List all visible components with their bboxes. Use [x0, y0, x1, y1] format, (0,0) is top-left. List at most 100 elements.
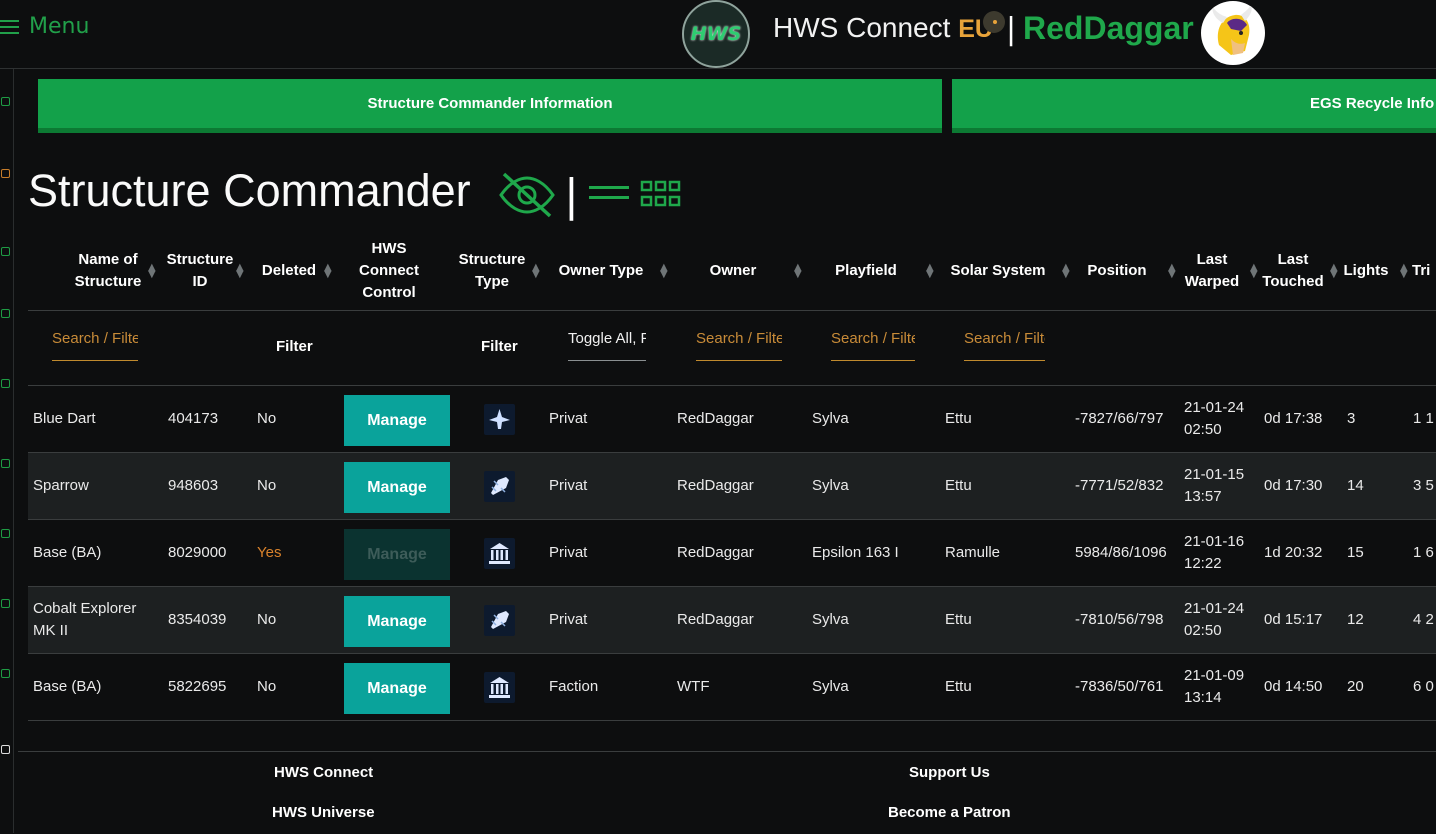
list-view-icon[interactable] — [589, 183, 629, 203]
solar-system-filter-input[interactable]: Search / Filte — [964, 330, 1045, 361]
sort-icon[interactable]: ▲ ▼ — [236, 232, 244, 310]
header-divider — [28, 310, 1436, 311]
cell-last-warped: 21-01-24 02:50 — [1184, 386, 1254, 452]
manage-button[interactable]: Manage — [344, 462, 450, 513]
sort-icon[interactable]: ▲ ▼ — [926, 232, 934, 310]
manage-button[interactable]: Manage — [344, 596, 450, 647]
grid-view-icon[interactable] — [640, 180, 682, 208]
deleted-filter[interactable]: Filter — [276, 338, 313, 355]
tab-egs-recycle-info[interactable]: EGS Recycle Info — [952, 79, 1436, 133]
column-header-connect-control[interactable]: HWS Connect Control — [346, 232, 432, 310]
table-row: Blue Dart 404173 No Privat RedDaggar Sylva Ett… — [28, 386, 1436, 453]
rail-icon[interactable] — [1, 745, 10, 754]
menu-toggle[interactable]: Menu — [0, 14, 89, 39]
cell-owner: RedDaggar — [677, 544, 754, 561]
hamburger-icon — [0, 19, 19, 35]
name-filter-input[interactable]: Search / Filte — [52, 330, 138, 361]
username[interactable]: RedDaggar — [1023, 10, 1194, 47]
sort-icon[interactable]: ▲ ▼ — [532, 232, 540, 310]
manage-button[interactable]: Manage — [344, 663, 450, 714]
cell-lights: 20 — [1347, 678, 1364, 695]
column-header-solar-system[interactable]: Solar System — [944, 232, 1052, 310]
footer-link-support-us[interactable]: Support Us — [909, 764, 990, 781]
rail-icon[interactable] — [1, 97, 10, 106]
column-header-owner-type[interactable]: Owner Type — [554, 232, 648, 310]
cell-last-warped: 21-01-15 13:57 — [1184, 453, 1254, 519]
rail-icon[interactable] — [1, 169, 10, 178]
column-header-tri[interactable]: Tri — [1412, 232, 1436, 310]
footer-link-become-patron[interactable]: Become a Patron — [888, 804, 1011, 821]
cell-name: Base (BA) — [33, 678, 102, 695]
column-header-position[interactable]: Position — [1076, 232, 1158, 310]
column-header-last-warped[interactable]: Last Warped — [1174, 232, 1250, 310]
cell-solar-system: Ramulle — [945, 544, 1001, 561]
manage-button: Manage — [344, 529, 450, 580]
eye-off-icon[interactable] — [498, 170, 556, 218]
column-header-deleted[interactable]: Deleted — [254, 232, 324, 310]
last-warped-time: 13:14 — [1184, 689, 1222, 706]
cell-tri: 1 6 — [1413, 544, 1434, 561]
column-header-owner[interactable]: Owner — [688, 232, 778, 310]
cell-position: -7836/50/761 — [1075, 678, 1164, 695]
rail-icon[interactable] — [1, 669, 10, 678]
column-header-id[interactable]: Structure ID — [164, 232, 236, 310]
cell-solar-system: Ettu — [945, 611, 972, 628]
cell-structure-id: 404173 — [168, 410, 219, 427]
table-row: Cobalt Explorer MK II 8354039 No Privat RedD… — [28, 587, 1436, 654]
column-header-playfield[interactable]: Playfield — [820, 232, 912, 310]
cell-owner-type: Privat — [549, 611, 588, 628]
page-title: Structure Commander — [28, 165, 471, 216]
cell-solar-system: Ettu — [945, 678, 972, 695]
column-header-last-touched[interactable]: Last Touched — [1256, 232, 1330, 310]
cell-playfield: Sylva — [812, 410, 849, 427]
rail-icon[interactable] — [1, 529, 10, 538]
owner-filter-input[interactable]: Search / Filte — [696, 330, 782, 361]
cell-deleted: No — [257, 477, 277, 494]
rail-icon[interactable] — [1, 309, 10, 318]
avatar[interactable] — [1201, 1, 1265, 65]
footer-link-hws-universe[interactable]: HWS Universe — [272, 804, 375, 821]
playfield-filter-input[interactable]: Search / Filte — [831, 330, 915, 361]
cell-owner: RedDaggar — [677, 477, 754, 494]
cell-name: Sparrow — [33, 477, 89, 494]
manage-button[interactable]: Manage — [344, 395, 450, 446]
column-header-structure-type[interactable]: Structure Type — [452, 232, 532, 310]
top-bar: Menu HWS HWS Connect EU | RedDaggar — [0, 0, 1436, 69]
cell-position: -7827/66/797 — [1075, 410, 1164, 427]
cell-owner-type: Privat — [549, 410, 588, 427]
notification-dot-icon[interactable] — [983, 11, 1005, 33]
footer: HWS Connect HWS Universe Support Us Beco… — [18, 751, 1436, 834]
sort-icon[interactable]: ▲ ▼ — [148, 232, 156, 310]
last-warped-time: 02:50 — [1184, 622, 1222, 639]
sort-icon[interactable]: ▲ ▼ — [1400, 232, 1408, 310]
cell-last-touched: 0d 17:30 — [1264, 477, 1323, 494]
hws-logo[interactable]: HWS — [682, 0, 750, 68]
sort-icon[interactable]: ▲ ▼ — [1062, 232, 1070, 310]
owner-type-filter-select[interactable]: Toggle All, F — [568, 330, 646, 361]
cell-lights: 14 — [1347, 477, 1364, 494]
cell-last-touched: 0d 15:17 — [1264, 611, 1323, 628]
hws-logo-text: HWS — [690, 23, 742, 45]
cell-tri: 1 1 — [1413, 410, 1434, 427]
small-vessel-icon — [484, 605, 515, 636]
tab-structure-commander-info[interactable]: Structure Commander Information — [38, 79, 942, 133]
cell-lights: 15 — [1347, 544, 1364, 561]
title-divider: | — [564, 170, 579, 221]
cell-name: Blue Dart — [33, 410, 96, 427]
cell-tri: 6 0 — [1413, 678, 1434, 695]
sort-icon[interactable]: ▲ ▼ — [324, 232, 332, 310]
sort-icon[interactable]: ▲ ▼ — [794, 232, 802, 310]
last-warped-date: 21-01-16 — [1184, 533, 1245, 550]
cell-owner: RedDaggar — [677, 611, 754, 628]
rail-icon[interactable] — [1, 247, 10, 256]
rail-icon[interactable] — [1, 459, 10, 468]
column-header-lights[interactable]: Lights — [1336, 232, 1396, 310]
rail-icon[interactable] — [1, 379, 10, 388]
rail-icon[interactable] — [1, 599, 10, 608]
cell-owner: WTF — [677, 678, 710, 695]
sort-icon[interactable]: ▲ ▼ — [660, 232, 668, 310]
cell-solar-system: Ettu — [945, 410, 972, 427]
footer-link-hws-connect[interactable]: HWS Connect — [274, 764, 373, 781]
cell-structure-id: 8029000 — [168, 544, 227, 561]
structure-type-filter[interactable]: Filter — [481, 338, 518, 355]
